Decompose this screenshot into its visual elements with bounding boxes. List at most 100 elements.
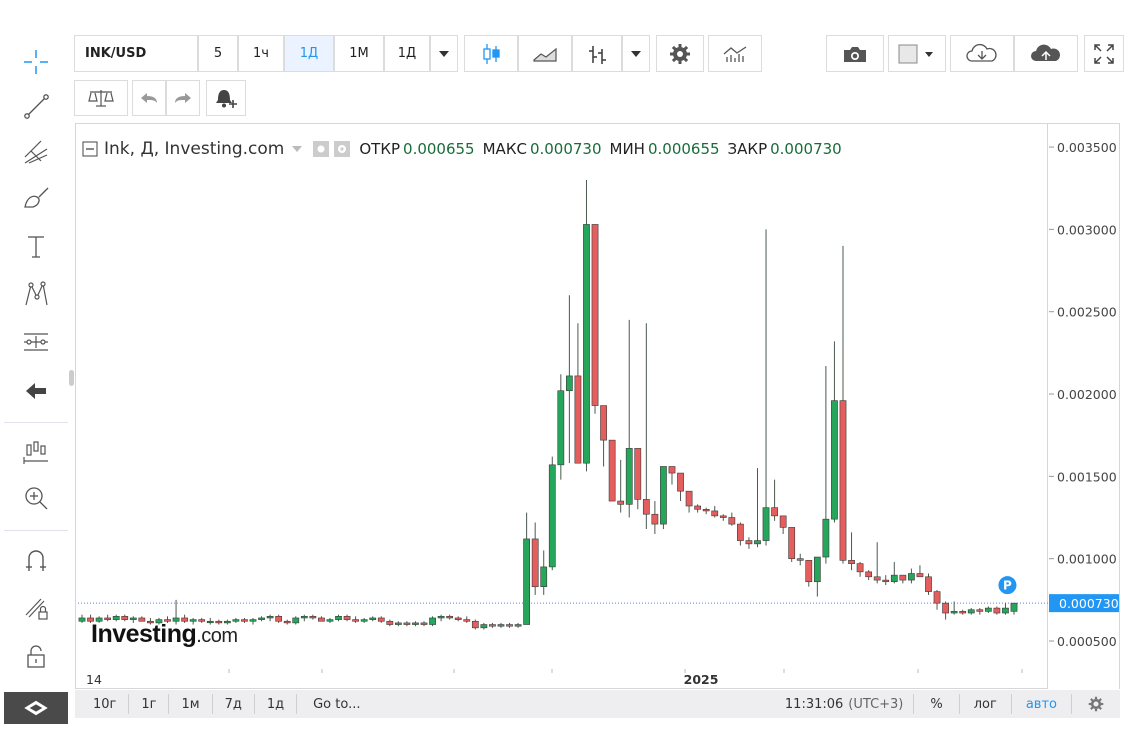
candle-down [745,540,753,545]
candle-down [873,576,881,581]
range-button[interactable]: 7д [213,694,255,714]
candle-down [651,513,659,525]
candle-down [976,609,984,612]
candle-down [463,619,471,622]
range-button[interactable]: 1г [129,694,170,714]
candle-down [882,579,890,583]
candle-up [412,622,419,625]
y-tick-label: 0.002000 [1057,387,1117,402]
clock[interactable]: 11:31:06 (UTC+3) [773,694,915,714]
candle-up [548,464,556,568]
candle-down [805,560,813,583]
candle-down [916,573,924,578]
candle-down [719,515,727,518]
candle-up [514,624,522,627]
candle-up [429,617,436,625]
last-price-value: 0.000730 [1059,596,1119,611]
high-value: 0.000730 [529,140,602,158]
candle-down [608,439,616,502]
watermark-suffix: .com [196,625,238,647]
candle-up [1002,607,1009,614]
y-tick-label: 0.001500 [1057,469,1117,484]
candle-down [531,538,539,587]
candle-up [950,611,958,614]
candle-up [78,617,86,622]
range-button[interactable]: 1м [169,694,213,714]
investing-watermark: Investing.com [91,620,238,649]
candle-down [386,620,394,625]
candle-down [403,622,411,625]
eye-icon[interactable] [312,140,330,158]
candle-down [318,617,325,622]
candle-down [420,622,428,625]
high-label: МАКС [482,140,527,158]
clock-time: 11:31:06 [784,696,844,712]
candle-down [642,499,650,515]
open-label: ОТКР [359,140,401,158]
candle-up [360,619,368,622]
legend-title: Ink, Д, Investing.com [104,139,285,159]
candle-up [557,390,565,466]
candle-up [762,507,770,541]
range-button[interactable]: 10г [75,694,130,714]
candle-up [822,518,830,558]
candle-down [343,616,351,620]
chart-legend: Ink, Д, Investing.com ОТКР 0.000655 МАКС… [82,137,842,161]
candle-down [634,448,642,500]
candle-down [309,616,317,619]
auto-toggle[interactable]: авто [1012,694,1072,714]
candle-down [959,611,967,614]
goto-button[interactable]: Go to... [297,694,372,714]
range-button[interactable]: 1д [255,694,298,714]
candle-up [908,573,915,581]
candle-up [754,540,761,545]
candle-down [925,576,932,592]
candle-up [831,400,838,520]
low-label: МИН [609,140,645,158]
candle-up [326,619,334,622]
candle-down [933,591,941,604]
candle-up [540,566,548,587]
candle-down [506,624,513,627]
candle-up [249,619,257,622]
candle-down [352,619,359,622]
candle-down [788,527,796,559]
candle-down [848,560,855,564]
bottom-toolbar: 10г 1г 1м 7д 1д Go to... 11:31:06 (UTC+3… [75,690,1120,718]
candle-up [1010,602,1018,612]
clock-timezone: (UTC+3) [848,696,904,712]
candle-down [942,602,949,614]
candle-down [728,517,736,525]
candle-up [300,616,308,619]
y-tick-label: 0.001000 [1057,552,1117,567]
gear-icon[interactable] [333,140,351,158]
open-value: 0.000655 [403,140,475,158]
gear-icon [1088,696,1104,712]
collapse-legend-icon[interactable] [82,141,98,157]
chevron-down-icon[interactable] [290,145,304,153]
candle-down [993,607,1001,614]
candle-down [796,558,804,561]
candle-down [600,405,607,441]
close-label: ЗАКР [727,140,768,158]
low-value: 0.000655 [647,140,720,158]
candle-down [591,224,599,406]
price-marker-label: P [1003,579,1012,593]
candle-up [523,538,531,625]
candle-down [275,616,283,622]
candle-up [890,574,898,583]
candle-up [292,617,300,624]
chart-app: INK/USD 5 1ч 1Д 1М 1Д 0.003500 0.003000 … [0,0,1136,735]
log-toggle[interactable]: лог [960,694,1012,714]
close-value: 0.000730 [770,140,842,158]
candle-down [377,617,385,622]
scale-settings-button[interactable] [1072,694,1120,714]
candle-down [283,620,291,624]
candle-up [258,617,265,620]
candle-down [899,574,907,581]
candle-down [702,508,710,512]
candle-down [489,624,496,627]
candle-down [617,500,625,505]
percent-toggle[interactable]: % [914,694,960,714]
candle-up [967,609,975,614]
